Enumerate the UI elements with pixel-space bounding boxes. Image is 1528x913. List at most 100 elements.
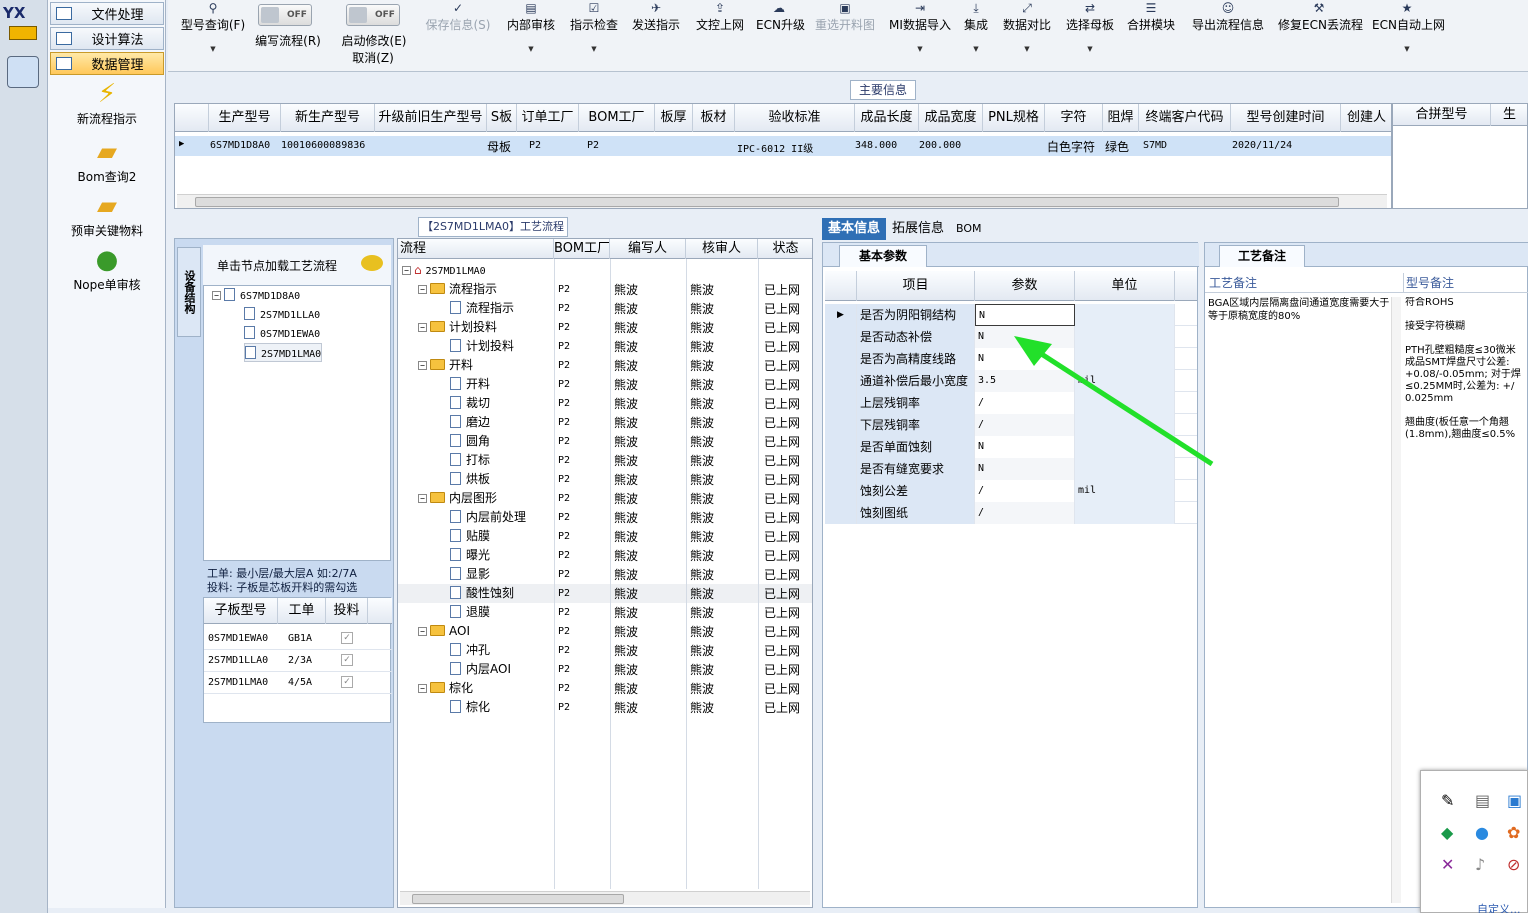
col-header[interactable]: 成品宽度 [919, 104, 983, 132]
mi-import-button[interactable]: ⇥ MI数据导入 ▼ [888, 0, 952, 53]
col-header[interactable]: 创建人 [1341, 104, 1391, 132]
param-value[interactable]: / [975, 480, 1075, 502]
tree-node[interactable]: 0S7MD1EWA0 [244, 324, 320, 343]
horizontal-scrollbar[interactable] [400, 891, 810, 905]
calculator-icon[interactable] [7, 56, 39, 88]
save-button[interactable]: ✓ 保存信息(S) [422, 0, 494, 33]
col-header[interactable]: 板材 [693, 104, 735, 132]
col-header[interactable]: 新生产型号 [281, 104, 375, 132]
internal-review-button[interactable]: ▤ 内部审核 ▼ [504, 0, 558, 53]
param-value[interactable]: N [975, 304, 1075, 326]
col-header[interactable]: 工单 [278, 598, 326, 624]
checkbox[interactable]: ✓ [341, 632, 353, 644]
col-header[interactable]: 状态 [758, 239, 812, 259]
col-header[interactable]: 板厚 [655, 104, 693, 132]
col-header[interactable]: 投料 [326, 598, 368, 624]
col-header[interactable]: 合拼型号 [1393, 104, 1491, 126]
col-header[interactable]: BOM工厂 [579, 104, 655, 132]
col-header[interactable]: 生产型号 [209, 104, 281, 132]
app-logo[interactable]: YX [3, 4, 43, 44]
select-board-button[interactable]: ⇄ 选择母板 ▼ [1064, 0, 1116, 53]
process-group-row[interactable]: − 开料 P2 熊波 熊波 已上网 [398, 356, 812, 375]
col-header[interactable]: 字符 [1045, 104, 1103, 132]
table-row[interactable]: 0S7MD1EWA0 GB1A ✓ [204, 628, 392, 650]
collapse-icon[interactable]: − [418, 627, 427, 636]
checkbox[interactable]: ✓ [341, 676, 353, 688]
bom-query-button[interactable]: ▰ Bom查询2 [48, 136, 166, 185]
param-row[interactable]: 蚀刻图纸 / [825, 502, 1197, 524]
ecn-upgrade-button[interactable]: ☁ ECN升级 [756, 0, 805, 33]
param-value[interactable]: / [975, 502, 1075, 524]
col-header[interactable]: 项目 [857, 271, 975, 301]
merge-button[interactable]: ☰ 合拼模块 [1126, 0, 1176, 33]
process-step-row[interactable]: 退膜 P2 熊波 熊波 已上网 [398, 603, 812, 622]
col-header[interactable]: S板 [487, 104, 517, 132]
enable-modify-toggle[interactable]: OFF [346, 4, 400, 26]
process-step-row[interactable]: 烘板 P2 熊波 熊波 已上网 [398, 470, 812, 489]
tab-bom[interactable]: BOM [950, 218, 988, 240]
menu-item-data[interactable]: 数据管理 [50, 52, 164, 75]
col-header[interactable]: 编写人 [610, 239, 686, 259]
model-note-text[interactable]: 符合ROHS 接受字符模糊 PTH孔壁粗糙度≤30微米 成品SMT焊盘尺寸公差:… [1405, 297, 1528, 441]
process-step-row[interactable]: 内层AOI P2 熊波 熊波 已上网 [398, 660, 812, 679]
tab-extended[interactable]: 拓展信息 [886, 218, 950, 240]
process-group-row[interactable]: − AOI P2 熊波 熊波 已上网 [398, 622, 812, 641]
process-group-row[interactable]: − 计划投料 P2 熊波 熊波 已上网 [398, 318, 812, 337]
process-step-row[interactable]: 酸性蚀刻 P2 熊波 熊波 已上网 [398, 584, 812, 603]
col-header[interactable]: 终端客户代码 [1139, 104, 1231, 132]
process-step-row[interactable]: 显影 P2 熊波 熊波 已上网 [398, 565, 812, 584]
process-step-row[interactable]: 冲孔 P2 熊波 熊波 已上网 [398, 641, 812, 660]
tray-app-icon[interactable]: ● [1475, 823, 1489, 842]
menu-item-file[interactable]: 文件处理 [50, 2, 164, 25]
redraw-button[interactable]: ▣ 重选开料图 [812, 0, 878, 33]
process-note-text[interactable]: BGA区域内层隔离盘间通道宽度需要大于等于原稿宽度的80% [1208, 297, 1398, 323]
doc-online-button[interactable]: ⇪ 文控上网 [694, 0, 746, 33]
table-row[interactable]: 2S7MD1LLA0 2/3A ✓ [204, 650, 392, 672]
menu-item-design[interactable]: 设计算法 [50, 27, 164, 50]
tray-app-icon[interactable]: ✎ [1441, 791, 1454, 810]
process-group-row[interactable]: − 流程指示 P2 熊波 熊波 已上网 [398, 280, 812, 299]
vertical-scrollbar[interactable] [1391, 297, 1401, 903]
collapse-icon[interactable]: − [418, 494, 427, 503]
tree-node[interactable]: 2S7MD1LLA0 [244, 305, 320, 324]
col-header[interactable]: 单位 [1075, 271, 1175, 301]
col-header[interactable]: 生 [1491, 104, 1527, 126]
fix-ecn-button[interactable]: ⚒ 修复ECN丢流程 [1278, 0, 1363, 33]
checkbox[interactable]: ✓ [341, 654, 353, 666]
tree-node-selected[interactable]: 2S7MD1LMA0 [244, 343, 323, 362]
process-step-row[interactable]: 开料 P2 熊波 熊波 已上网 [398, 375, 812, 394]
col-header[interactable]: 流程 [398, 239, 554, 259]
check-button[interactable]: ☑ 指示检查 ▼ [568, 0, 620, 53]
send-button[interactable]: ✈ 发送指示 [630, 0, 682, 33]
close-icon[interactable]: ✕ [1441, 855, 1454, 874]
tab-basic[interactable]: 基本信息 [822, 218, 887, 240]
process-step-row[interactable]: 贴膜 P2 熊波 熊波 已上网 [398, 527, 812, 546]
edit-flow-toggle[interactable]: OFF [258, 4, 312, 26]
collapse-icon[interactable]: − [418, 323, 427, 332]
speaker-icon[interactable]: ♪ [1475, 855, 1485, 874]
col-header[interactable]: 核审人 [686, 239, 758, 259]
process-group-row[interactable]: − 内层图形 P2 熊波 熊波 已上网 [398, 489, 812, 508]
tray-app-icon[interactable]: ✿ [1507, 823, 1520, 842]
remarks-title[interactable]: 工艺备注 [1219, 245, 1305, 267]
vertical-tab[interactable]: 设备结构 [177, 247, 201, 337]
param-row[interactable]: ▶ 是否为阴阳铜结构 N [825, 304, 1197, 326]
process-step-row[interactable]: 圆角 P2 熊波 熊波 已上网 [398, 432, 812, 451]
tray-app-icon[interactable]: ◆ [1441, 823, 1453, 842]
new-flow-button[interactable]: ⚡ 新流程指示 [48, 78, 166, 127]
export-button[interactable]: ☺ 导出流程信息 [1190, 0, 1266, 33]
col-header[interactable]: 升级前旧生产型号 [375, 104, 487, 132]
cancel-button[interactable]: 取消(Z) [346, 49, 400, 66]
collapse-icon[interactable]: − [418, 361, 427, 370]
collapse-icon[interactable]: − [418, 285, 427, 294]
table-row[interactable]: ▶ 6S7MD1D8A0 10010600089836 母板 P2 P2 IPC… [175, 136, 1391, 156]
tray-app-icon[interactable]: ▣ [1507, 791, 1522, 810]
col-header[interactable]: 型号创建时间 [1231, 104, 1341, 132]
process-step-row[interactable]: 计划投料 P2 熊波 熊波 已上网 [398, 337, 812, 356]
process-step-row[interactable]: 磨边 P2 熊波 熊波 已上网 [398, 413, 812, 432]
customize-link[interactable]: 自定义... [1477, 901, 1521, 913]
key-material-button[interactable]: ▰ 预审关键物料 [48, 190, 166, 239]
tray-app-icon[interactable]: ▤ [1475, 791, 1490, 810]
ecn-auto-button[interactable]: ★ ECN自动上网 ▼ [1372, 0, 1445, 53]
tree-node[interactable]: −6S7MD1D8A0 [212, 286, 300, 305]
